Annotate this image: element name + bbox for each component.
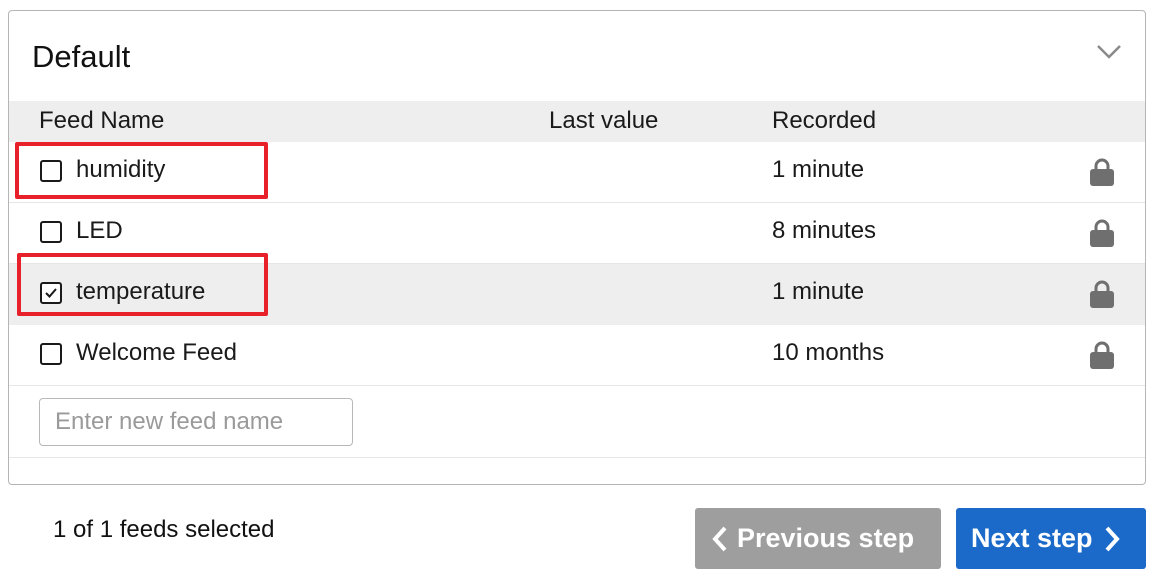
table-row[interactable]: LED 8 minutes — [9, 203, 1145, 264]
feed-name[interactable]: Welcome Feed — [76, 339, 237, 367]
lock-icon — [1090, 341, 1114, 369]
checkmark-icon — [45, 288, 57, 298]
next-step-label: Next step — [971, 523, 1093, 553]
feed-recorded: 1 minute — [772, 156, 865, 183]
feed-group-panel: Default Feed Name Last value Recorded hu… — [8, 10, 1146, 485]
header-feed-name: Feed Name — [39, 107, 165, 134]
feed-name[interactable]: LED — [76, 217, 123, 245]
previous-step-label: Previous step — [737, 523, 915, 553]
feed-name[interactable]: temperature — [76, 278, 205, 306]
previous-step-button[interactable]: Previous step — [695, 508, 941, 569]
header-recorded: Recorded — [772, 107, 877, 134]
feed-checkbox-temperature[interactable] — [40, 282, 62, 304]
new-feed-name-input[interactable] — [39, 398, 353, 446]
panel-title: Default — [32, 39, 131, 74]
lock-icon — [1090, 280, 1114, 308]
feeds-table: Feed Name Last value Recorded humidity 1… — [9, 101, 1145, 458]
selection-status: 1 of 1 feeds selected — [53, 516, 275, 543]
table-row[interactable]: temperature 1 minute — [9, 264, 1145, 325]
table-row[interactable]: Welcome Feed 10 months — [9, 325, 1145, 386]
header-last-value: Last value — [549, 107, 659, 134]
feed-recorded: 8 minutes — [772, 217, 877, 244]
table-row[interactable]: humidity 1 minute — [9, 142, 1145, 203]
feed-checkbox-led[interactable] — [40, 221, 62, 243]
feed-checkbox-humidity[interactable] — [40, 160, 62, 182]
chevron-right-icon — [1105, 526, 1120, 551]
chevron-down-icon[interactable] — [1095, 43, 1123, 61]
feed-checkbox-welcome-feed[interactable] — [40, 343, 62, 365]
feed-recorded: 1 minute — [772, 278, 865, 305]
feed-recorded: 10 months — [772, 339, 885, 366]
lock-icon — [1090, 158, 1114, 186]
new-feed-row — [9, 386, 1145, 458]
table-header: Feed Name Last value Recorded — [9, 101, 1145, 142]
chevron-left-icon — [712, 526, 727, 551]
next-step-button[interactable]: Next step — [956, 508, 1146, 569]
lock-icon — [1090, 219, 1114, 247]
feed-name[interactable]: humidity — [76, 156, 165, 184]
